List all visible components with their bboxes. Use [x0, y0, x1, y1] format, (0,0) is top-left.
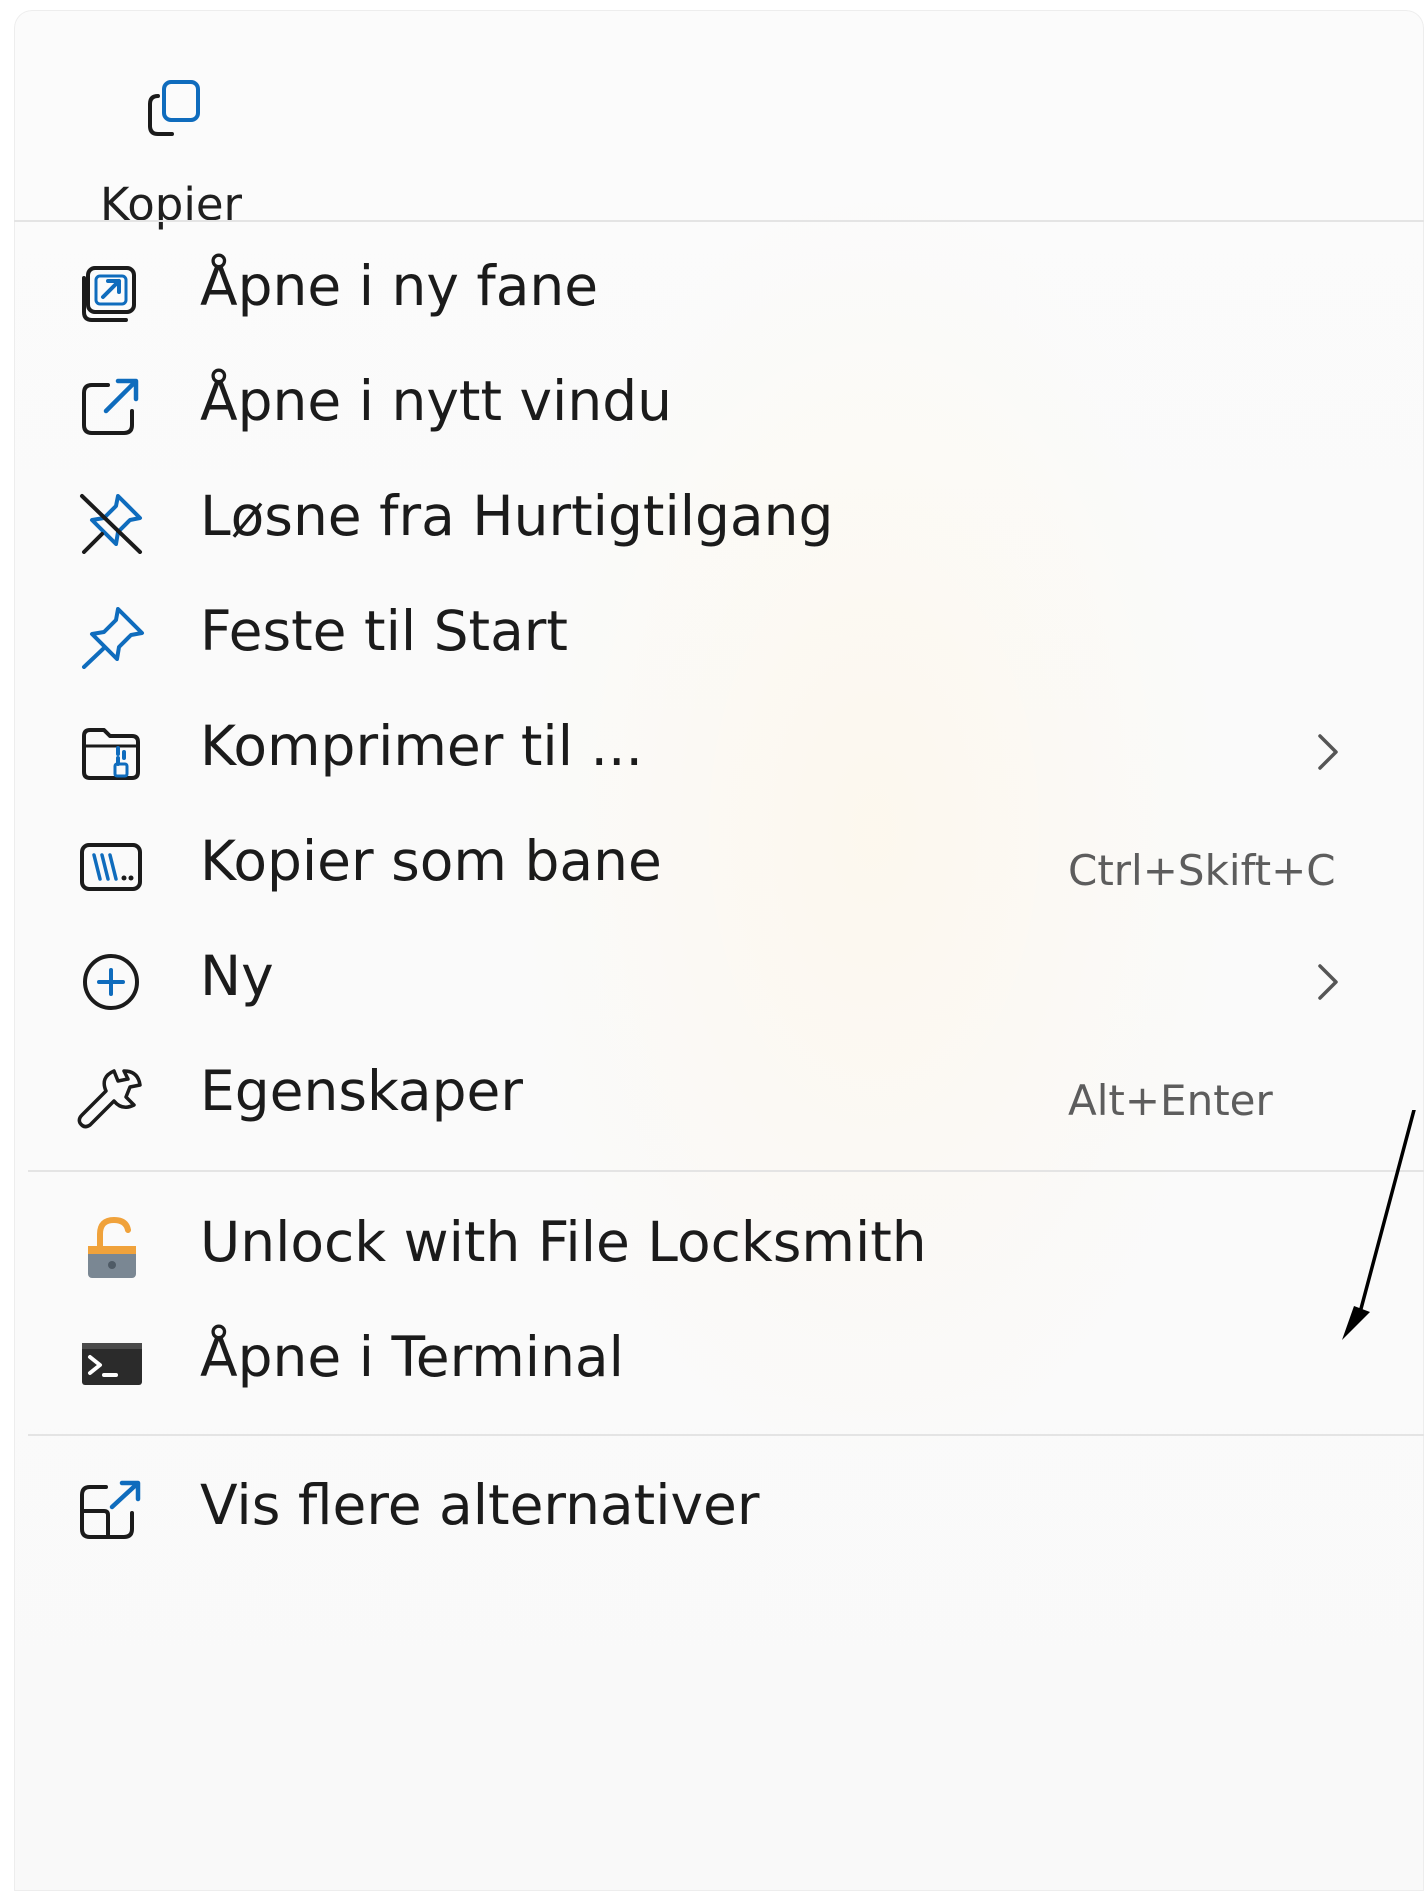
- menu-item-label: Komprimer til ...: [200, 714, 643, 778]
- keyboard-shortcut: Alt+Enter: [1068, 1076, 1273, 1125]
- menu-item-label: Egenskaper: [200, 1059, 523, 1123]
- separator-top: [14, 220, 1424, 222]
- menu-item-unlock-file-locksmith[interactable]: Unlock with File Locksmith: [14, 1182, 1424, 1312]
- zip-folder-icon: [74, 720, 148, 784]
- annotation-arrow-icon: [1342, 1110, 1416, 1340]
- copy-icon: [138, 74, 210, 146]
- copy-path-icon: [74, 835, 148, 899]
- separator-middle: [28, 1170, 1424, 1172]
- menu-item-label: Ny: [200, 944, 274, 1008]
- unpin-icon: [74, 490, 148, 554]
- menu-item-open-new-tab[interactable]: Åpne i ny fane: [14, 226, 1424, 356]
- menu-item-label: Kopier som bane: [200, 829, 662, 893]
- open-new-tab-icon: [74, 260, 148, 324]
- menu-item-copy-as-path[interactable]: Kopier som bane Ctrl+Skift+C: [14, 801, 1424, 931]
- menu-item-unpin-quick-access[interactable]: Løsne fra Hurtigtilgang: [14, 456, 1424, 586]
- menu-item-open-in-terminal[interactable]: Åpne i Terminal: [14, 1297, 1424, 1427]
- menu-item-label: Åpne i Terminal: [200, 1325, 624, 1389]
- menu-item-show-more-options[interactable]: Vis flere alternativer: [14, 1445, 1424, 1575]
- open-new-window-icon: [74, 375, 148, 439]
- add-circle-icon: [74, 950, 148, 1014]
- menu-item-pin-to-start[interactable]: Feste til Start: [14, 571, 1424, 701]
- keyboard-shortcut: Ctrl+Skift+C: [1068, 846, 1336, 895]
- context-menu: Kopier Åpne i ny fane Åpne i nytt vindu: [14, 10, 1424, 1891]
- menu-item-new[interactable]: Ny: [14, 916, 1424, 1046]
- menu-item-properties[interactable]: Egenskaper Alt+Enter: [14, 1031, 1424, 1161]
- padlock-icon: [74, 1216, 148, 1280]
- menu-item-open-new-window[interactable]: Åpne i nytt vindu: [14, 341, 1424, 471]
- menu-item-label: Løsne fra Hurtigtilgang: [200, 484, 834, 548]
- menu-item-label: Unlock with File Locksmith: [200, 1210, 927, 1274]
- menu-item-label: Åpne i nytt vindu: [200, 369, 672, 433]
- chevron-right-icon: [1310, 960, 1346, 1004]
- wrench-icon: [74, 1065, 148, 1129]
- show-more-options-icon: [74, 1479, 148, 1543]
- pin-icon: [74, 605, 148, 669]
- menu-item-label: Feste til Start: [200, 599, 568, 663]
- separator-bottom: [28, 1434, 1424, 1436]
- terminal-icon: [74, 1331, 148, 1395]
- chevron-right-icon: [1310, 730, 1346, 774]
- menu-item-label: Åpne i ny fane: [200, 254, 599, 318]
- copy-button-label: Kopier: [100, 178, 243, 231]
- menu-item-label: Vis flere alternativer: [200, 1473, 760, 1537]
- menu-item-compress-to[interactable]: Komprimer til ...: [14, 686, 1424, 816]
